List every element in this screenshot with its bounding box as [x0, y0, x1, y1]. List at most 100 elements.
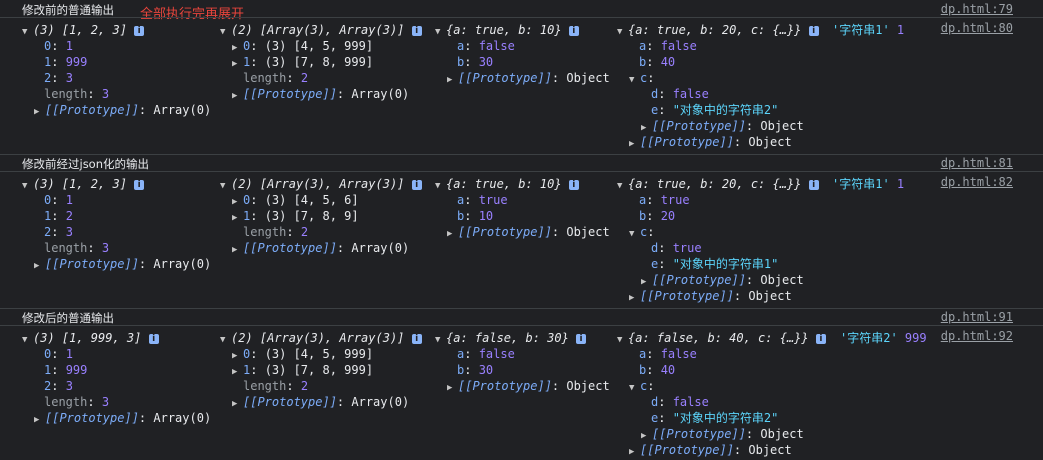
- info-badge-icon[interactable]: i: [576, 334, 587, 344]
- source-link[interactable]: dp.html:79: [941, 2, 1013, 16]
- prototype-row[interactable]: ▶ [[Prototype]]: Array(0): [34, 102, 211, 118]
- nested-array-head[interactable]: ▼ (2) [Array(3), Array(3)] i: [220, 22, 422, 38]
- array-head[interactable]: ▼ (3) [1, 2, 3] i: [22, 176, 145, 194]
- triangle-down-icon[interactable]: ▼: [435, 24, 446, 40]
- array-head[interactable]: ▼ (3) [1, 999, 3] i: [22, 330, 159, 346]
- info-badge-icon[interactable]: i: [808, 26, 819, 36]
- triangle-down-icon[interactable]: ▼: [435, 178, 446, 194]
- prototype-row[interactable]: ▶ [[Prototype]]: Object: [447, 378, 610, 394]
- prototype-row[interactable]: ▶ [[Prototype]]: Array(0): [34, 256, 211, 272]
- triangle-right-icon[interactable]: ▶: [232, 88, 243, 104]
- triangle-right-icon[interactable]: ▶: [232, 242, 243, 258]
- object-head[interactable]: ▼ {a: true, b: 10} i: [435, 22, 579, 38]
- triangle-right-icon[interactable]: ▶: [232, 56, 243, 72]
- prototype-value: Array(0): [351, 241, 410, 255]
- triangle-down-icon[interactable]: ▼: [22, 24, 33, 40]
- nested-array-item[interactable]: ▶ 1: (3) [7, 8, 999]: [232, 362, 373, 378]
- object-head[interactable]: ▼ {a: true, b: 10} i: [435, 176, 579, 192]
- deep-object-head[interactable]: ▼ {a: true, b: 20, c: {…}} i: [617, 22, 819, 38]
- triangle-down-icon[interactable]: ▼: [617, 178, 628, 194]
- nested-object-key[interactable]: ▼ c:: [629, 224, 654, 240]
- deep-object-head[interactable]: ▼ {a: false, b: 40, c: {…}} i: [617, 330, 826, 346]
- prototype-row[interactable]: ▶ [[Prototype]]: Object: [641, 426, 804, 442]
- triangle-right-icon[interactable]: ▶: [232, 396, 243, 412]
- triangle-right-icon[interactable]: ▶: [629, 136, 640, 152]
- prototype-row[interactable]: ▶ [[Prototype]]: Array(0): [232, 394, 409, 410]
- prototype-row[interactable]: ▶ [[Prototype]]: Object: [629, 442, 792, 458]
- triangle-right-icon[interactable]: ▶: [34, 104, 45, 120]
- length-row: length: 2: [243, 224, 308, 240]
- prototype-key: [[Prototype]]: [458, 225, 552, 239]
- nested-object-key[interactable]: ▼ c:: [629, 378, 654, 394]
- prototype-row[interactable]: ▶ [[Prototype]]: Array(0): [232, 86, 409, 102]
- triangle-right-icon[interactable]: ▶: [629, 290, 640, 306]
- triangle-down-icon[interactable]: ▼: [435, 332, 446, 348]
- info-badge-icon[interactable]: i: [411, 26, 422, 36]
- triangle-right-icon[interactable]: ▶: [34, 258, 45, 274]
- source-link[interactable]: dp.html:80: [941, 21, 1013, 35]
- info-badge-icon[interactable]: i: [815, 334, 826, 344]
- prototype-value: Array(0): [351, 87, 410, 101]
- info-badge-icon[interactable]: i: [134, 26, 145, 36]
- info-badge-icon[interactable]: i: [568, 180, 579, 190]
- nested-array-head[interactable]: ▼ (2) [Array(3), Array(3)] i: [220, 176, 422, 192]
- colon: :: [87, 87, 102, 101]
- triangle-down-icon[interactable]: ▼: [629, 380, 640, 396]
- info-badge-icon[interactable]: i: [148, 334, 159, 344]
- prototype-row[interactable]: ▶ [[Prototype]]: Object: [447, 224, 610, 240]
- trailing-values: '字符串1' 1: [832, 22, 904, 38]
- info-badge-icon[interactable]: i: [411, 334, 422, 344]
- nested-array-item[interactable]: ▶ 0: (3) [4, 5, 999]: [232, 346, 373, 362]
- triangle-down-icon[interactable]: ▼: [22, 332, 33, 348]
- prototype-row[interactable]: ▶ [[Prototype]]: Object: [641, 118, 804, 134]
- triangle-down-icon[interactable]: ▼: [220, 178, 231, 194]
- prop-value: false: [660, 347, 697, 361]
- nested-array-item[interactable]: ▶ 1: (3) [7, 8, 999]: [232, 54, 373, 70]
- group-separator: [0, 154, 1043, 155]
- array-head[interactable]: ▼ (3) [1, 2, 3] i: [22, 22, 145, 40]
- colon: :: [646, 347, 661, 361]
- colon: :: [658, 241, 673, 255]
- prototype-row[interactable]: ▶ [[Prototype]]: Array(0): [34, 410, 211, 426]
- object-head[interactable]: ▼ {a: false, b: 30} i: [435, 330, 587, 348]
- deep-object-head[interactable]: ▼ {a: true, b: 20, c: {…}} i: [617, 176, 819, 192]
- triangle-right-icon[interactable]: ▶: [447, 72, 458, 88]
- triangle-right-icon[interactable]: ▶: [232, 210, 243, 226]
- triangle-down-icon[interactable]: ▼: [220, 24, 231, 40]
- object-preview: {a: false, b: 30}: [446, 331, 569, 345]
- info-badge-icon[interactable]: i: [134, 180, 145, 190]
- triangle-right-icon[interactable]: ▶: [629, 444, 640, 460]
- triangle-right-icon[interactable]: ▶: [447, 380, 458, 396]
- prototype-row[interactable]: ▶ [[Prototype]]: Array(0): [232, 240, 409, 256]
- triangle-down-icon[interactable]: ▼: [617, 332, 628, 348]
- nested-array-item[interactable]: ▶ 1: (3) [7, 8, 9]: [232, 208, 359, 224]
- info-badge-icon[interactable]: i: [411, 180, 422, 190]
- log-label: 修改后的普通输出: [22, 311, 114, 325]
- prop-value: true: [672, 241, 702, 255]
- colon: :: [51, 193, 66, 207]
- source-link[interactable]: dp.html:92: [941, 329, 1013, 343]
- nested-array-item[interactable]: ▶ 0: (3) [4, 5, 999]: [232, 38, 373, 54]
- array-item: 1: 2: [44, 208, 73, 224]
- triangle-down-icon[interactable]: ▼: [22, 178, 33, 194]
- source-link[interactable]: dp.html:91: [941, 310, 1013, 324]
- triangle-down-icon[interactable]: ▼: [617, 24, 628, 40]
- triangle-right-icon[interactable]: ▶: [34, 412, 45, 428]
- prototype-row[interactable]: ▶ [[Prototype]]: Object: [629, 134, 792, 150]
- prototype-row[interactable]: ▶ [[Prototype]]: Object: [641, 272, 804, 288]
- info-badge-icon[interactable]: i: [568, 26, 579, 36]
- source-link[interactable]: dp.html:82: [941, 175, 1013, 189]
- nested-array-item[interactable]: ▶ 0: (3) [4, 5, 6]: [232, 192, 359, 208]
- info-badge-icon[interactable]: i: [808, 180, 819, 190]
- prototype-row[interactable]: ▶ [[Prototype]]: Object: [447, 70, 610, 86]
- triangle-down-icon[interactable]: ▼: [629, 226, 640, 242]
- prototype-row[interactable]: ▶ [[Prototype]]: Object: [629, 288, 792, 304]
- triangle-down-icon[interactable]: ▼: [629, 72, 640, 88]
- triangle-right-icon[interactable]: ▶: [447, 226, 458, 242]
- triangle-down-icon[interactable]: ▼: [220, 332, 231, 348]
- nested-object-key[interactable]: ▼ c:: [629, 70, 654, 86]
- nested-array-head[interactable]: ▼ (2) [Array(3), Array(3)] i: [220, 330, 422, 346]
- triangle-right-icon[interactable]: ▶: [232, 364, 243, 380]
- source-link[interactable]: dp.html:81: [941, 156, 1013, 170]
- prop-value: false: [672, 87, 709, 101]
